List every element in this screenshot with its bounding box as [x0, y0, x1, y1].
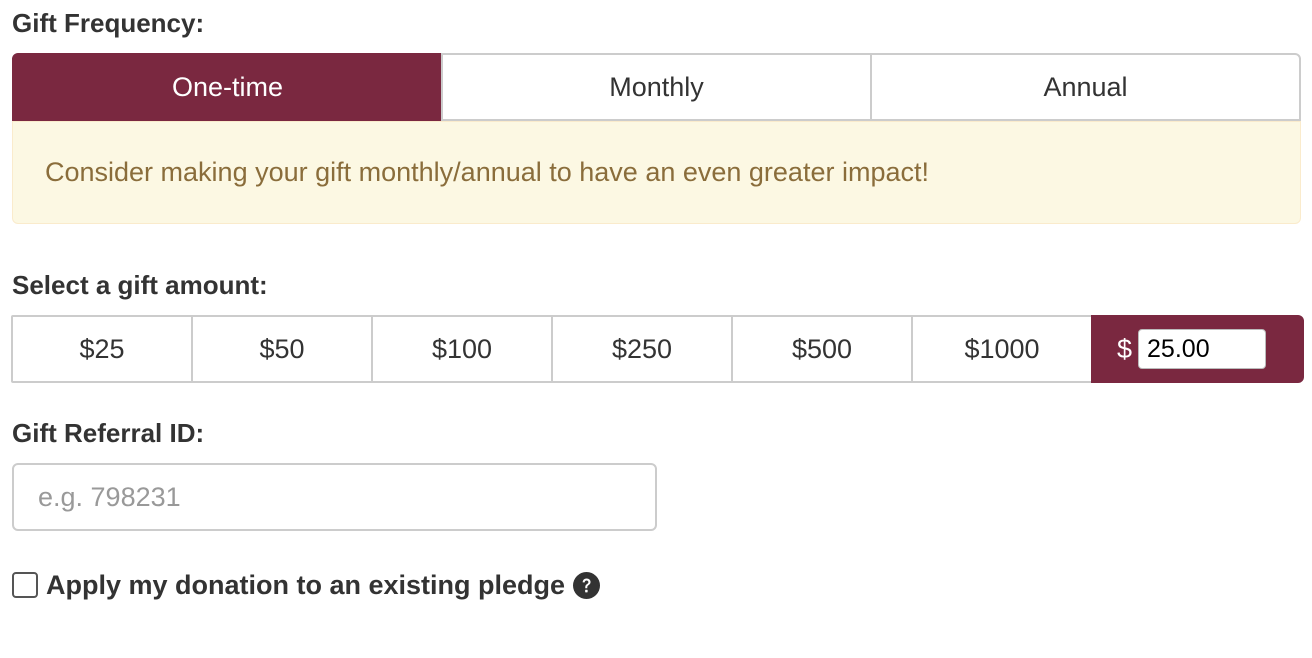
amount-500-button[interactable]: $500	[731, 315, 913, 383]
gift-referral-label: Gift Referral ID:	[12, 418, 205, 448]
amount-25-button[interactable]: $25	[11, 315, 193, 383]
question-circle-icon[interactable]	[573, 571, 601, 599]
frequency-one-time-button[interactable]: One-time	[12, 53, 443, 121]
gift-amount-label: Select a gift amount:	[12, 270, 268, 300]
frequency-monthly-button[interactable]: Monthly	[441, 53, 872, 121]
gift-referral-id-input[interactable]	[12, 463, 657, 531]
recurring-gift-suggestion-alert: Consider making your gift monthly/annual…	[12, 121, 1301, 224]
amount-100-button[interactable]: $100	[371, 315, 553, 383]
gift-amount-button-group: $25 $50 $100 $250 $500 $1000 $	[11, 315, 1304, 383]
amount-1000-button[interactable]: $1000	[911, 315, 1093, 383]
custom-amount-group[interactable]: $	[1091, 315, 1304, 383]
existing-pledge-checkbox[interactable]	[12, 572, 38, 598]
custom-amount-input[interactable]	[1138, 329, 1267, 369]
frequency-annual-button[interactable]: Annual	[870, 53, 1301, 121]
gift-frequency-label: Gift Frequency:	[12, 8, 205, 38]
existing-pledge-label[interactable]: Apply my donation to an existing pledge	[46, 570, 565, 601]
gift-frequency-button-group: One-time Monthly Annual	[12, 53, 1301, 121]
amount-50-button[interactable]: $50	[191, 315, 373, 383]
existing-pledge-option: Apply my donation to an existing pledge	[12, 568, 601, 602]
amount-250-button[interactable]: $250	[551, 315, 733, 383]
currency-symbol: $	[1117, 333, 1133, 364]
alert-text: Consider making your gift monthly/annual…	[45, 157, 929, 187]
